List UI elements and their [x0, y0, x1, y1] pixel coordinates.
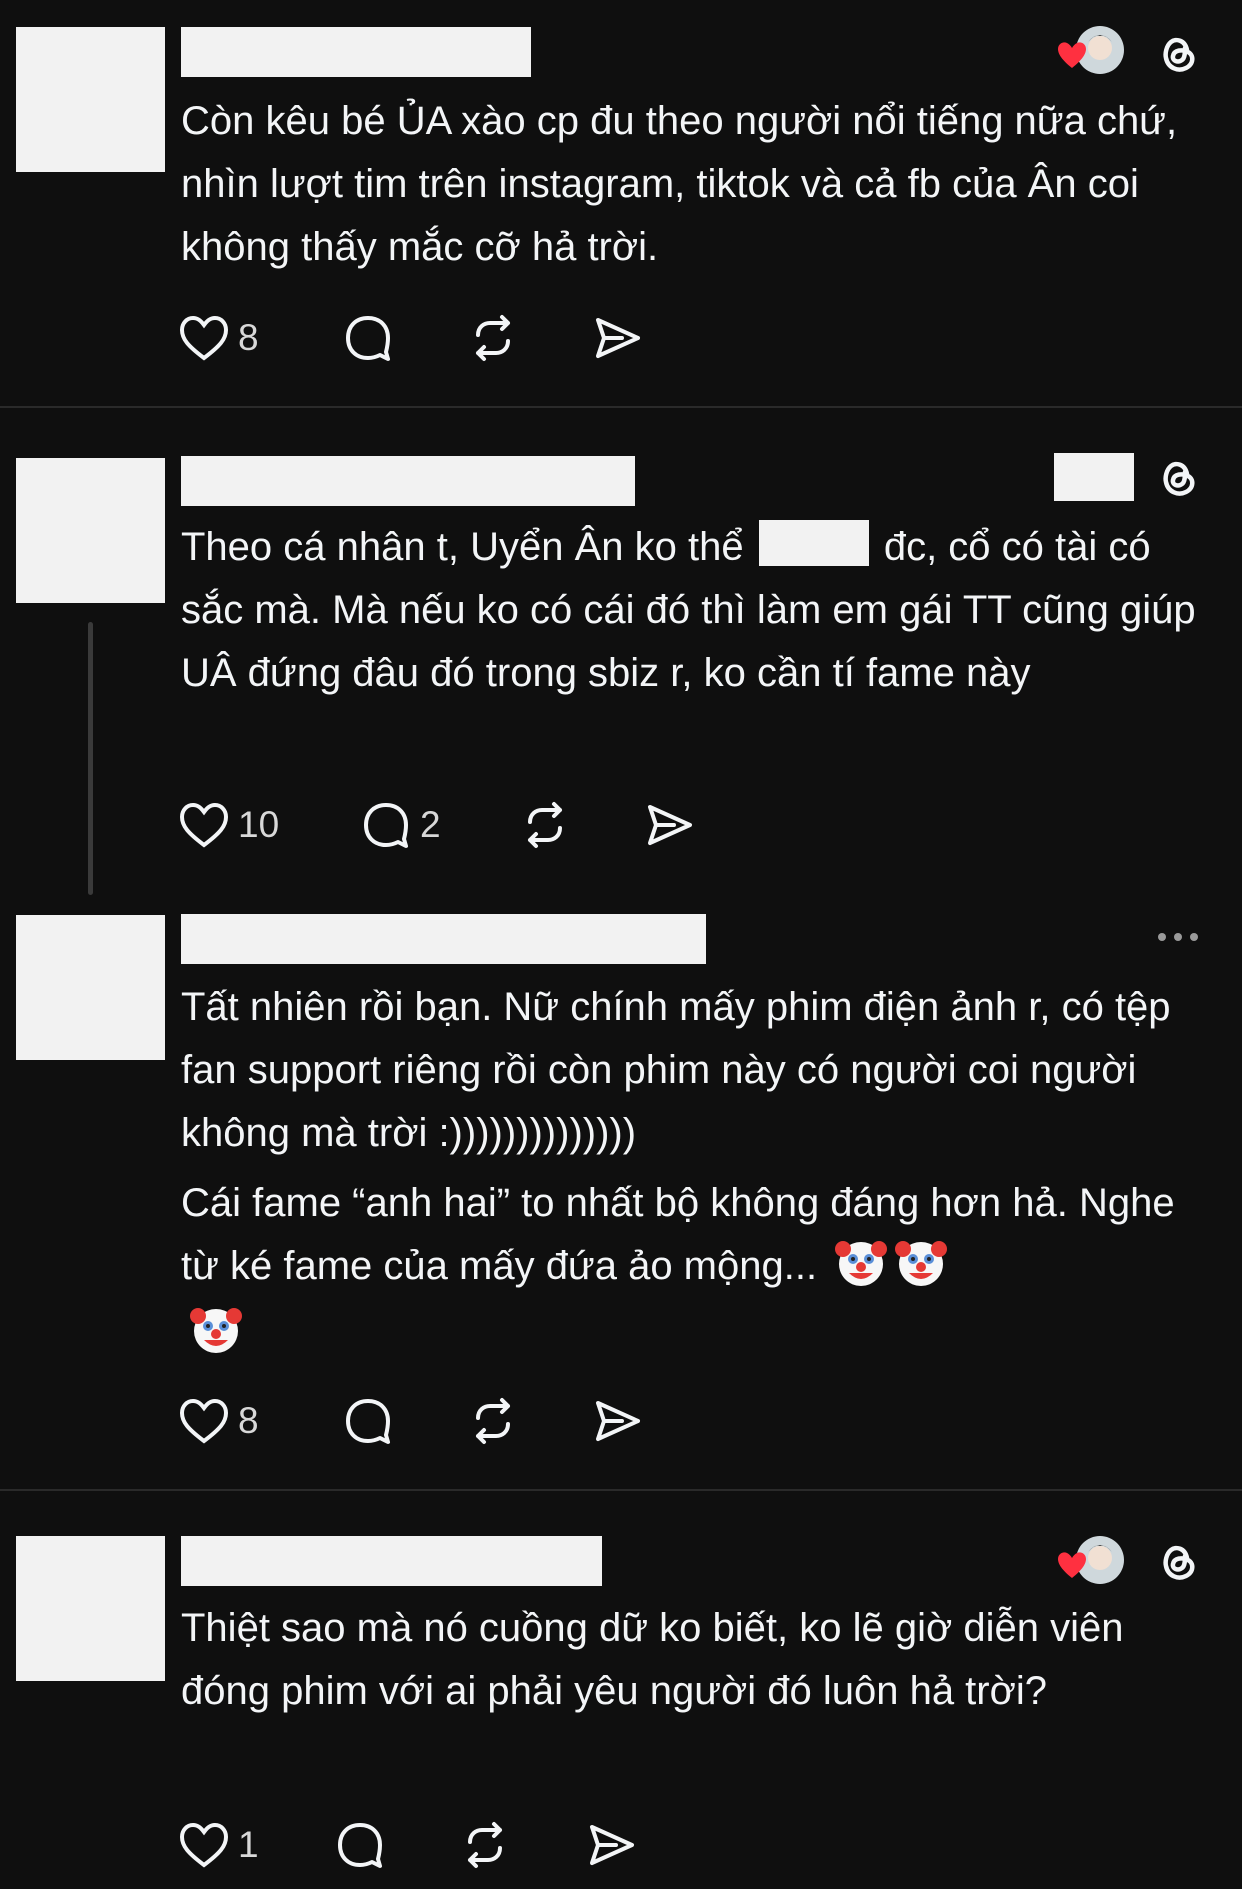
username-redacted[interactable] — [181, 27, 531, 77]
username-redacted[interactable] — [181, 1536, 602, 1586]
share-button[interactable] — [592, 308, 644, 368]
comment-text: Tất nhiên rồi bạn. Nữ chính mấy phim điệ… — [181, 985, 1182, 1155]
like-count: 8 — [238, 1400, 259, 1441]
heart-icon — [179, 802, 229, 848]
share-icon — [648, 805, 692, 845]
like-count: 1 — [238, 1824, 259, 1865]
divider — [0, 1489, 1242, 1491]
redacted-word — [758, 520, 869, 566]
like-button[interactable]: 8 — [178, 308, 259, 368]
reply-button[interactable] — [334, 1815, 386, 1875]
comment-icon — [364, 803, 408, 848]
repost-icon — [468, 1822, 502, 1868]
share-button[interactable] — [592, 1391, 644, 1451]
reply-count: 2 — [420, 804, 441, 845]
username-redacted[interactable] — [181, 456, 635, 506]
like-button[interactable]: 1 — [178, 1815, 259, 1875]
repost-button[interactable] — [518, 795, 572, 855]
username-redacted[interactable] — [181, 914, 706, 964]
comment-text-2: Cái fame “anh hai” to nhất bộ không đáng… — [181, 1172, 1211, 1298]
clown-emoji-icon — [895, 1241, 948, 1286]
badge-redacted — [1054, 453, 1134, 501]
comment-icon — [346, 1399, 390, 1444]
divider — [0, 406, 1242, 408]
clown-emoji-icon — [835, 1241, 888, 1286]
share-button[interactable] — [644, 795, 696, 855]
share-icon — [596, 1401, 640, 1441]
reply-button[interactable] — [342, 308, 394, 368]
heart-icon — [179, 315, 229, 361]
comment-text-2-content: Cái fame “anh hai” to nhất bộ không đáng… — [181, 1181, 1186, 1288]
threads-logo-icon[interactable] — [1154, 28, 1202, 76]
like-button[interactable]: 8 — [178, 1391, 259, 1451]
share-icon — [590, 1825, 634, 1865]
heart-icon — [179, 1822, 229, 1868]
share-icon — [596, 318, 640, 358]
comment-icon — [346, 316, 390, 361]
repost-icon — [476, 1398, 510, 1444]
like-count: 10 — [238, 804, 280, 845]
author-liked-badge-icon — [1058, 26, 1124, 74]
comment-text: Còn kêu bé ỦA xào cp đu theo người nổi t… — [181, 99, 1189, 269]
avatar-redacted[interactable] — [16, 27, 165, 172]
heart-icon — [179, 1398, 229, 1444]
avatar-redacted[interactable] — [16, 458, 165, 603]
reply-button[interactable] — [342, 1391, 394, 1451]
comment-text-part-1: Theo cá nhân t, Uyển Ân ko thể — [181, 525, 755, 569]
repost-button[interactable] — [466, 308, 520, 368]
comment-text: Theo cá nhân t, Uyển Ân ko thể đc, cổ có… — [181, 516, 1211, 705]
share-button[interactable] — [586, 1815, 638, 1875]
more-icon[interactable] — [1154, 929, 1202, 945]
like-button[interactable]: 10 — [178, 795, 279, 855]
like-count: 8 — [238, 317, 259, 358]
repost-icon — [528, 802, 562, 848]
clown-emoji-icon — [190, 1308, 242, 1353]
thread-connector-line — [88, 622, 93, 895]
comment-icon — [338, 1823, 382, 1868]
repost-button[interactable] — [458, 1815, 512, 1875]
repost-icon — [476, 315, 510, 361]
reply-button[interactable]: 2 — [360, 795, 441, 855]
threads-logo-icon[interactable] — [1154, 452, 1202, 500]
threads-logo-icon[interactable] — [1154, 1536, 1202, 1584]
comment-text: Thiệt sao mà nó cuồng dữ ko biết, ko lẽ … — [181, 1606, 1135, 1713]
author-liked-badge-icon — [1058, 1536, 1124, 1584]
repost-button[interactable] — [466, 1391, 520, 1451]
avatar-redacted[interactable] — [16, 1536, 165, 1681]
avatar-redacted[interactable] — [16, 915, 165, 1060]
